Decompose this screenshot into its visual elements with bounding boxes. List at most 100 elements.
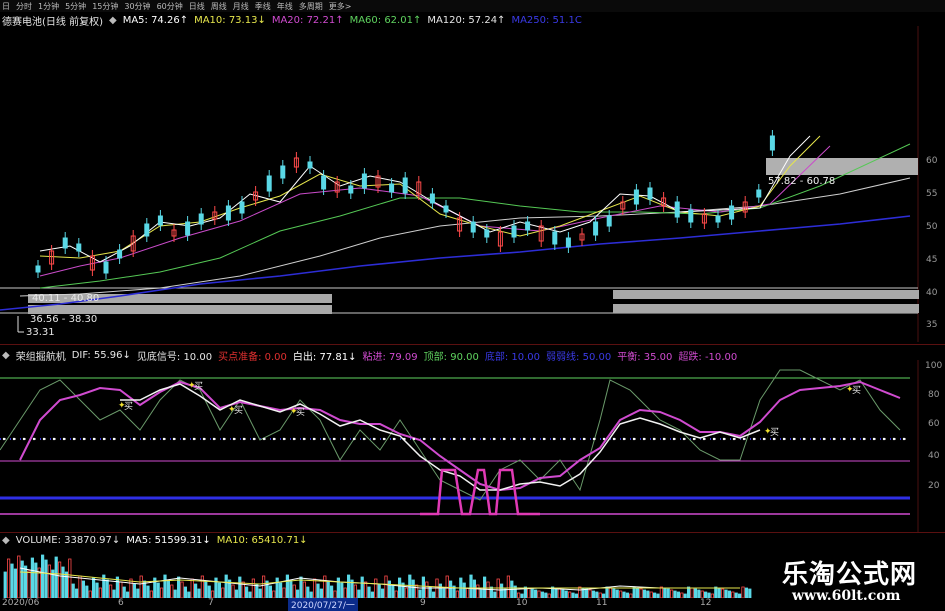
volume-bar [44,559,48,598]
weak-line-dot [432,437,436,441]
period-daily[interactable]: 日线 [189,1,205,12]
candle-body [402,177,408,194]
period-yearly[interactable]: 年线 [277,1,293,12]
period-60min[interactable]: 60分钟 [157,1,183,12]
candle-body [157,215,163,226]
volume-bar [605,586,609,598]
white-out-line [120,383,761,491]
weak-line-dot [232,437,236,441]
period-1min[interactable]: 1分钟 [38,1,59,12]
volume-bar [357,589,361,598]
weak-line-dot [612,437,616,441]
price-tick: 35 [926,320,938,330]
candle-body [511,225,517,238]
volume-ma5-value: MA5: 51599.31↓ [126,535,211,546]
date-label: 10 [516,598,528,608]
period-day[interactable]: 日 [2,1,10,12]
volume-bar [302,581,307,598]
legend-marker-icon: ◆ [108,15,117,26]
volume-bar [469,574,473,598]
date-label: 12 [700,598,712,608]
volume-bar [251,578,255,598]
volume-bar [268,585,273,598]
volume-bar [312,578,317,598]
period-multi[interactable]: 多周期 [299,1,323,12]
period-15min[interactable]: 15分钟 [92,1,118,12]
buy-label: 买 [124,402,134,412]
ma120-value: MA120: 57.24↑ [427,15,506,26]
period-weekly[interactable]: 周线 [211,1,227,12]
volume-bar [34,562,38,598]
weak-line-dot [392,437,396,441]
volume-bar [397,577,402,598]
volume-bar [210,590,215,598]
candle-body [443,205,449,213]
volume-bar [561,589,565,598]
volume-bar [670,589,674,598]
volume-bar [418,589,422,598]
weak-line-dot [842,437,846,441]
volume-bar [146,585,150,598]
volume-bar [404,587,409,598]
weak-line-dot [402,437,406,441]
range-box-right-top [613,290,919,299]
volume-bar [58,561,62,598]
volume-bar [20,560,24,598]
weak-line-dot [92,437,96,441]
volume-bar [156,582,160,598]
weak-line-dot [2,437,6,441]
weak-line-dot [322,437,326,441]
weak-line-dot [342,437,346,441]
selected-date-label[interactable]: 2020/07/27/一 [288,598,358,611]
volume-bar [455,590,460,598]
volume-bar [462,582,466,598]
weak-line-dot [802,437,806,441]
ma10-value: MA10: 73.13↓ [194,15,266,26]
volume-bar [292,584,296,598]
volume-marker-icon: ◆ [2,535,10,546]
volume-bar [75,588,79,598]
volume-bar [7,558,11,598]
candle-body [62,237,68,249]
weak-line-dot [672,437,676,441]
volume-bar [258,588,262,598]
volume-bar [724,589,728,598]
volume-bar [88,590,92,598]
candle-body [633,189,639,205]
volume-bar [367,586,371,598]
watermark-url: www.60lt.com [792,588,901,604]
left-bottom-range-label: 36.56 - 38.30 [30,314,98,325]
volume-bar [748,588,752,598]
volume-bar [499,583,504,598]
volume-bar [13,568,17,598]
candle-body [280,165,286,179]
ma5-value: MA5: 74.26↑ [122,15,189,26]
volume-bar [690,587,694,598]
volume-bar [585,588,589,598]
indicator-chart[interactable]: ✦ ✦ ✦ ✦ ✦ ✦ [0,360,945,532]
period-timeshare[interactable]: 分时 [16,1,32,12]
candle-body [525,221,531,231]
period-5min[interactable]: 5分钟 [65,1,86,12]
period-30min[interactable]: 30分钟 [124,1,150,12]
volume-bar [394,590,398,598]
period-quarterly[interactable]: 季线 [255,1,271,12]
volume-bar [217,582,221,598]
candle-body [484,229,490,238]
pane-divider[interactable] [0,532,945,533]
volume-bar [527,587,531,598]
weak-line-dot [782,437,786,441]
volume-bar [414,584,419,598]
volume-bar [380,588,385,598]
weak-line-dot [742,437,746,441]
period-more[interactable]: 更多> [329,1,352,12]
pane-divider[interactable] [0,344,945,345]
volume-bar [343,587,347,598]
weak-line-dot [852,437,856,441]
weak-line-dot [662,437,666,441]
volume-bar [139,575,143,598]
volume-bar [588,589,592,598]
period-monthly[interactable]: 月线 [233,1,249,12]
weak-line-dot [652,437,656,441]
volume-bar [506,575,511,598]
